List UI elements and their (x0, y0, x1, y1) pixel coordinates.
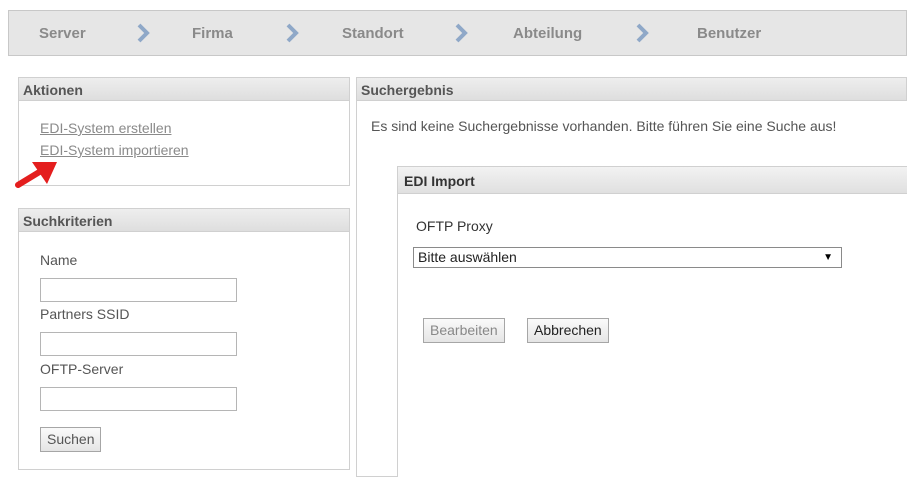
create-edi-system-link[interactable]: EDI-System erstellen (40, 120, 171, 136)
oftp-proxy-label: OFTP Proxy (416, 218, 493, 234)
oftp-server-label: OFTP-Server (40, 361, 124, 377)
edit-button[interactable]: Bearbeiten (423, 318, 505, 343)
chevron-right-icon (636, 23, 649, 43)
import-edi-system-link[interactable]: EDI-System importieren (40, 142, 189, 158)
breadcrumb-item-benutzer[interactable]: Benutzer (697, 25, 761, 42)
actions-panel-header: Aktionen (18, 77, 350, 101)
chevron-right-icon (137, 23, 150, 43)
edi-import-dialog-title: EDI Import (397, 166, 907, 194)
search-criteria-panel-header: Suchkriterien (18, 208, 350, 232)
partners-ssid-label: Partners SSID (40, 306, 130, 322)
chevron-right-icon (286, 23, 299, 43)
chevron-right-icon (455, 23, 468, 43)
breadcrumb-item-standort[interactable]: Standort (342, 25, 404, 42)
breadcrumb-item-firma[interactable]: Firma (192, 25, 233, 42)
dropdown-arrow-icon: ▼ (823, 252, 833, 263)
no-results-message: Es sind keine Suchergebnisse vorhanden. … (371, 118, 837, 134)
partners-ssid-input[interactable] (40, 332, 237, 356)
breadcrumb: Server Firma Standort Abteilung Benutzer (8, 10, 907, 56)
breadcrumb-item-abteilung[interactable]: Abteilung (513, 25, 582, 42)
name-input[interactable] (40, 278, 237, 302)
results-panel-header: Suchergebnis (356, 77, 907, 101)
oftp-proxy-selected-value: Bitte auswählen (418, 249, 517, 265)
cancel-button[interactable]: Abbrechen (527, 318, 609, 343)
red-arrow-annotation-icon (15, 162, 57, 188)
oftp-server-input[interactable] (40, 387, 237, 411)
oftp-proxy-select[interactable]: Bitte auswählen ▼ (413, 247, 842, 268)
breadcrumb-item-server[interactable]: Server (39, 25, 86, 42)
search-button[interactable]: Suchen (40, 427, 102, 452)
name-label: Name (40, 252, 78, 268)
